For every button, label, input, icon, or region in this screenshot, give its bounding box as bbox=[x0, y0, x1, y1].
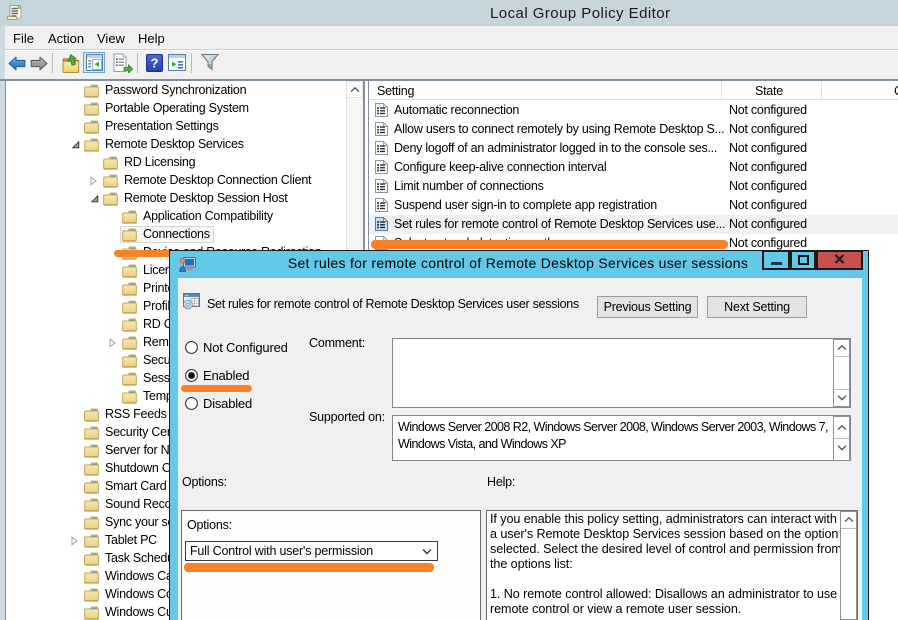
svg-text:?: ? bbox=[151, 56, 159, 71]
